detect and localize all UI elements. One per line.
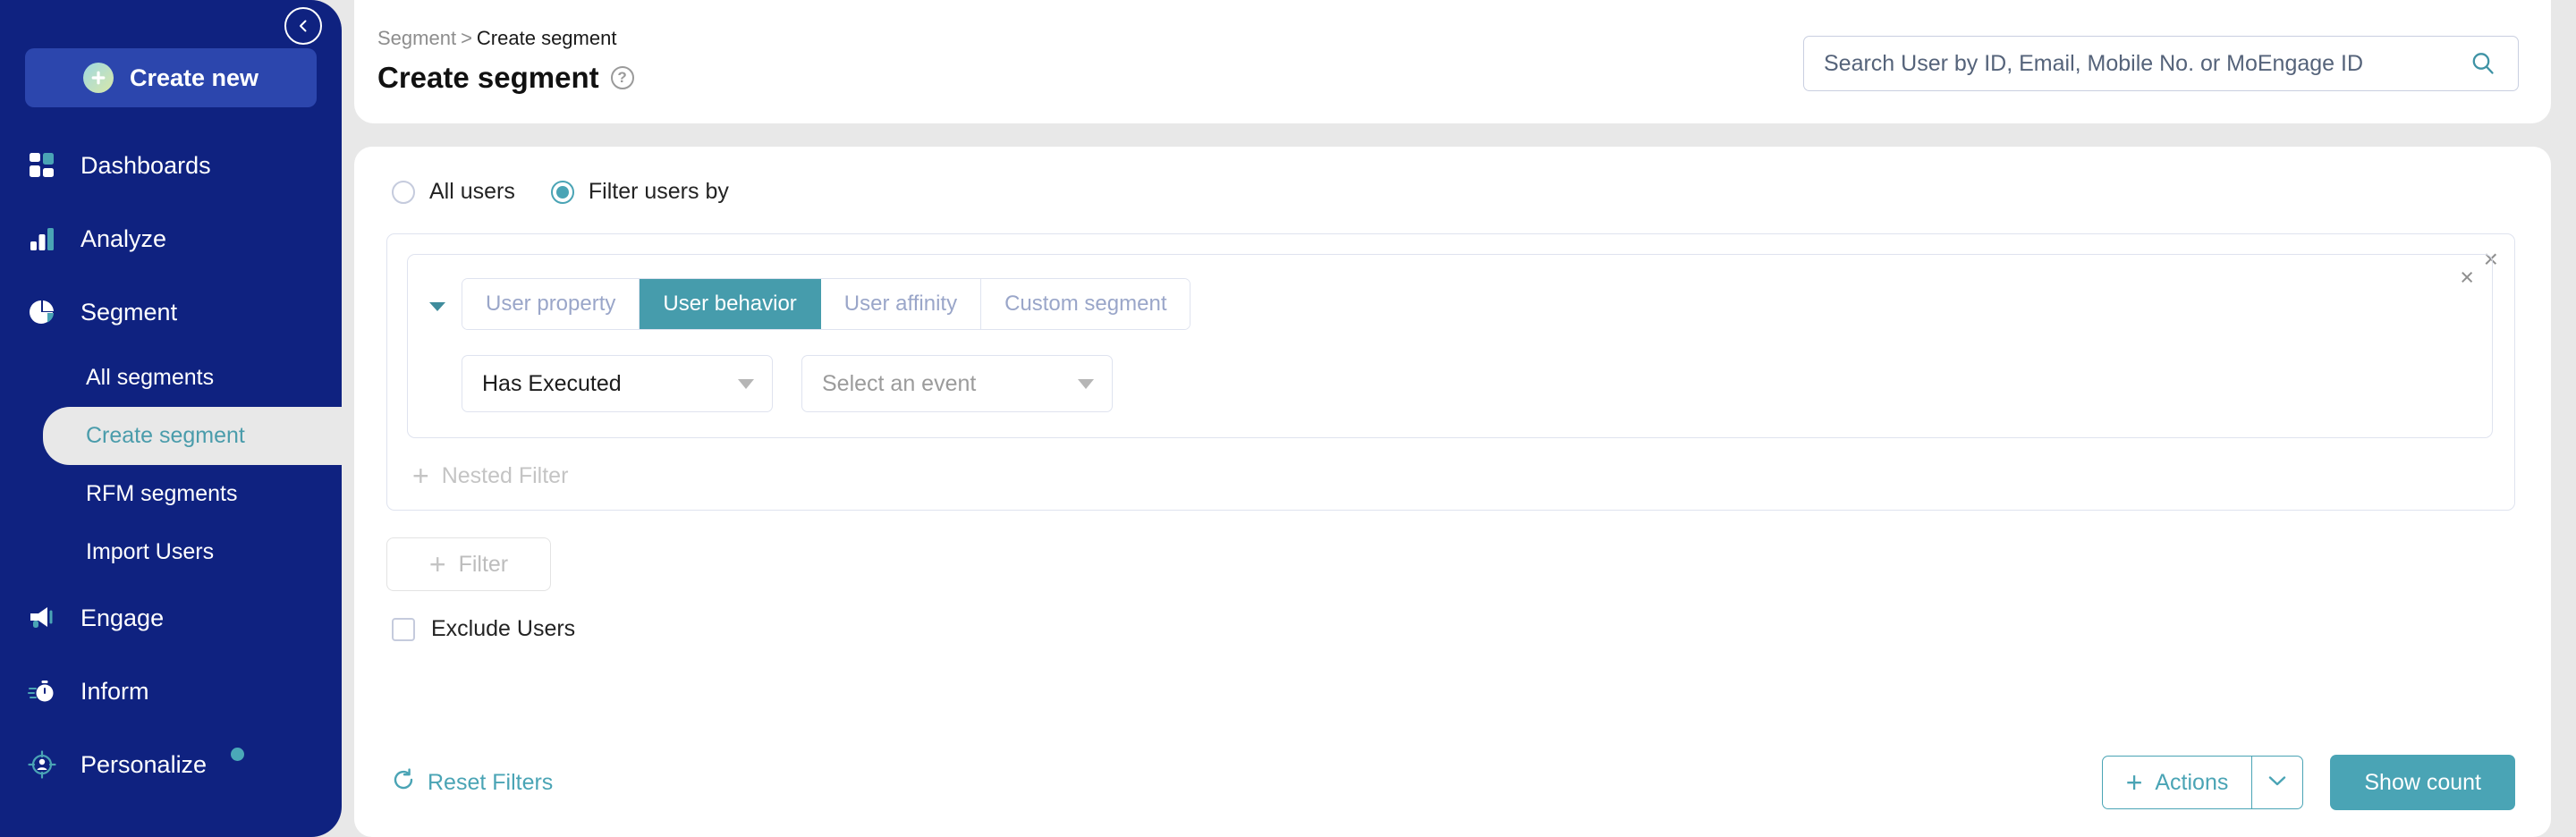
app-root: Create new Dashboards Ana xyxy=(0,0,2576,837)
chevron-left-icon xyxy=(295,18,311,34)
audience-radio-group: All users Filter users by xyxy=(386,179,2515,205)
sidebar-item-label: Inform xyxy=(80,678,149,706)
sidebar-item-segment[interactable]: Segment xyxy=(0,275,342,349)
show-count-button[interactable]: Show count xyxy=(2330,755,2515,810)
exclude-users-row: Exclude Users xyxy=(386,616,2515,642)
breadcrumb-separator: > xyxy=(461,27,472,49)
tab-user-affinity[interactable]: User affinity xyxy=(821,279,981,329)
add-nested-filter-button[interactable]: + Nested Filter xyxy=(407,461,2493,490)
condition-select[interactable]: Has Executed xyxy=(462,355,773,412)
personalize-notification-dot xyxy=(231,748,244,761)
sidebar-item-engage[interactable]: Engage xyxy=(0,581,342,655)
add-nested-filter-label: Nested Filter xyxy=(442,463,569,489)
filter-condition-row: Has Executed Select an event xyxy=(462,355,2472,412)
search-input[interactable] xyxy=(1824,51,2470,77)
radio-all-users-label: All users xyxy=(429,179,515,205)
footer-actions: + Actions Show count xyxy=(2102,755,2515,810)
event-select[interactable]: Select an event xyxy=(801,355,1113,412)
radio-all-users[interactable]: All users xyxy=(392,179,515,205)
page-title-row: Create segment ? xyxy=(377,61,634,95)
tab-user-behavior[interactable]: User behavior xyxy=(640,279,820,329)
exclude-users-label: Exclude Users xyxy=(431,616,575,642)
event-select-value: Select an event xyxy=(822,371,976,397)
sidebar-item-import-users[interactable]: Import Users xyxy=(0,523,342,581)
sidebar-item-label: Segment xyxy=(80,299,177,326)
sidebar-item-rfm-segments[interactable]: RFM segments xyxy=(0,465,342,523)
segment-builder-card: All users Filter users by × × User xyxy=(354,147,2551,837)
add-filter-button[interactable]: + Filter xyxy=(386,537,551,591)
actions-split-button: + Actions xyxy=(2102,756,2304,809)
radio-filter-users-by-circle[interactable] xyxy=(551,181,574,204)
global-search[interactable] xyxy=(1803,36,2519,91)
sidebar-item-personalize[interactable]: Personalize xyxy=(0,728,342,801)
radio-all-users-circle[interactable] xyxy=(392,181,415,204)
header-left: Segment>Create segment Create segment ? xyxy=(377,16,634,95)
condition-select-value: Has Executed xyxy=(482,371,622,397)
sidebar-subitem-label: Import Users xyxy=(86,539,214,565)
sidebar-item-dashboards[interactable]: Dashboards xyxy=(0,129,342,202)
breadcrumb: Segment>Create segment xyxy=(377,16,634,50)
stopwatch-icon xyxy=(25,674,59,708)
sidebar-subitem-label: RFM segments xyxy=(86,481,237,507)
sidebar-item-label: Dashboards xyxy=(80,152,211,180)
sidebar-subitem-label: All segments xyxy=(86,365,214,391)
pie-chart-icon xyxy=(25,295,59,329)
help-circle-icon[interactable]: ? xyxy=(611,66,634,89)
add-filter-label: Filter xyxy=(459,552,509,578)
plus-icon: + xyxy=(429,550,446,579)
builder-footer: Reset Filters + Actions xyxy=(386,755,2515,810)
sidebar-item-label: Engage xyxy=(80,604,164,632)
radio-filter-users-by[interactable]: Filter users by xyxy=(551,179,729,205)
radio-filter-users-by-label: Filter users by xyxy=(589,179,729,205)
sidebar-item-label: Personalize xyxy=(80,751,207,779)
exclude-users-checkbox[interactable] xyxy=(392,618,415,641)
tab-user-property[interactable]: User property xyxy=(462,279,640,329)
sidebar: Create new Dashboards Ana xyxy=(0,0,342,837)
breadcrumb-current: Create segment xyxy=(477,27,617,49)
megaphone-icon xyxy=(25,601,59,635)
sidebar-item-analyze[interactable]: Analyze xyxy=(0,202,342,275)
caret-down-icon[interactable] xyxy=(428,300,447,318)
filter-card-body: User property User behavior User affinit… xyxy=(462,278,2472,412)
page-header: Segment>Create segment Create segment ? xyxy=(354,0,2551,123)
create-new-label: Create new xyxy=(130,64,258,92)
sidebar-subitem-label: Create segment xyxy=(86,423,245,449)
chevron-down-icon xyxy=(1078,379,1094,389)
sidebar-item-inform[interactable]: Inform xyxy=(0,655,342,728)
chevron-down-icon xyxy=(2267,774,2287,791)
actions-label: Actions xyxy=(2155,770,2228,796)
bar-chart-icon xyxy=(25,222,59,256)
actions-dropdown-toggle[interactable] xyxy=(2252,757,2302,808)
sidebar-item-create-segment[interactable]: Create segment xyxy=(43,407,342,465)
tab-custom-segment[interactable]: Custom segment xyxy=(981,279,1190,329)
chevron-down-icon xyxy=(738,379,754,389)
plus-icon: + xyxy=(412,461,429,490)
breadcrumb-parent[interactable]: Segment xyxy=(377,27,456,49)
plus-icon: + xyxy=(2126,768,2143,797)
filter-card: × User property User behavior User affin… xyxy=(407,254,2493,438)
plus-circle-icon xyxy=(83,63,114,93)
main-area: Segment>Create segment Create segment ? … xyxy=(342,0,2576,837)
sidebar-item-all-segments[interactable]: All segments xyxy=(0,349,342,407)
filter-card-close-icon[interactable]: × xyxy=(2460,266,2474,290)
sidebar-item-label: Analyze xyxy=(80,225,166,253)
create-new-button[interactable]: Create new xyxy=(25,48,317,107)
reset-filters-button[interactable]: Reset Filters xyxy=(392,768,553,798)
search-icon[interactable] xyxy=(2470,50,2496,77)
filter-type-tabs: User property User behavior User affinit… xyxy=(462,278,1191,330)
target-person-icon xyxy=(25,748,59,782)
sidebar-collapse-button[interactable] xyxy=(284,7,322,45)
refresh-icon xyxy=(392,768,415,798)
actions-button[interactable]: + Actions xyxy=(2103,757,2253,808)
filter-group: × × User property User behavior User aff… xyxy=(386,233,2515,511)
page-title: Create segment xyxy=(377,61,599,95)
dashboard-grid-icon xyxy=(25,148,59,182)
reset-filters-label: Reset Filters xyxy=(428,770,553,796)
